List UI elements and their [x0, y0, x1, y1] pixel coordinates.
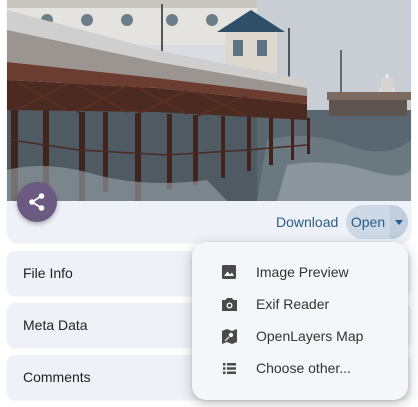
- open-button[interactable]: Open: [346, 205, 390, 239]
- download-button[interactable]: Download: [272, 210, 342, 234]
- menu-item-openlayers-map[interactable]: OpenLayers Map: [192, 320, 408, 352]
- preview-card: Download Open: [7, 0, 411, 242]
- image-preview[interactable]: [7, 0, 411, 201]
- section-label: Comments: [23, 369, 91, 385]
- section-label: Meta Data: [23, 317, 88, 333]
- camera-icon: [221, 296, 237, 312]
- open-split-button: Open: [346, 205, 408, 239]
- section-label: File Info: [23, 265, 73, 281]
- open-with-menu: Image Preview Exif Reader OpenLayers Map…: [192, 242, 408, 400]
- menu-item-label: Exif Reader: [256, 296, 330, 312]
- share-icon: [27, 192, 47, 212]
- list-icon: [221, 360, 237, 376]
- menu-item-label: Choose other...: [256, 360, 351, 376]
- file-viewer-page: Download Open File Info Meta Data Commen…: [0, 0, 418, 407]
- menu-item-exif-reader[interactable]: Exif Reader: [192, 288, 408, 320]
- image-icon: [221, 264, 237, 280]
- open-dropdown-toggle[interactable]: [390, 205, 408, 239]
- menu-item-choose-other[interactable]: Choose other...: [192, 352, 408, 384]
- menu-item-label: Image Preview: [256, 264, 349, 280]
- map-icon: [221, 328, 237, 344]
- share-button[interactable]: [17, 182, 57, 222]
- menu-item-image-preview[interactable]: Image Preview: [192, 256, 408, 288]
- menu-item-label: OpenLayers Map: [256, 328, 364, 344]
- caret-down-icon: [395, 219, 403, 225]
